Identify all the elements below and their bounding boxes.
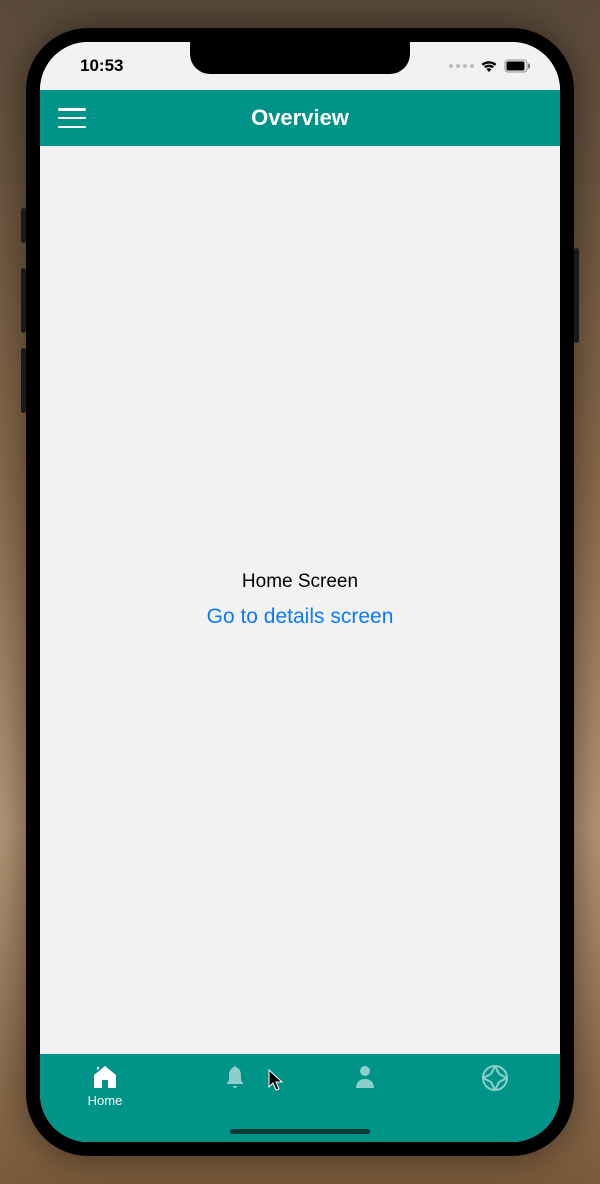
wifi-icon [480,59,498,73]
tab-notifications[interactable] [170,1064,300,1090]
go-to-details-button[interactable]: Go to details screen [207,605,394,629]
tab-explore[interactable] [430,1064,560,1092]
menu-button[interactable] [58,108,86,128]
tab-profile[interactable] [300,1064,430,1090]
app-header: Overview [40,90,560,146]
home-indicator[interactable] [230,1129,370,1134]
phone-device-frame: 10:53 [26,28,574,1156]
screen-label: Home Screen [242,571,358,593]
phone-screen: 10:53 [40,42,560,1142]
hamburger-icon [58,108,86,111]
device-notch [190,42,410,74]
page-title: Overview [251,105,349,131]
main-content: Home Screen Go to details screen [40,146,560,1054]
aperture-icon [481,1064,509,1092]
home-icon [91,1064,119,1090]
bell-icon [223,1064,247,1090]
signal-strength-icon [449,64,474,68]
volume-down-button [21,348,26,413]
tab-home-label: Home [88,1093,123,1108]
battery-icon [504,59,532,73]
status-time: 10:53 [80,56,123,76]
tab-home[interactable]: Home [40,1064,170,1108]
silence-switch [21,208,26,243]
volume-up-button [21,268,26,333]
status-icons [449,59,532,73]
person-icon [354,1064,376,1090]
power-button [574,248,579,343]
